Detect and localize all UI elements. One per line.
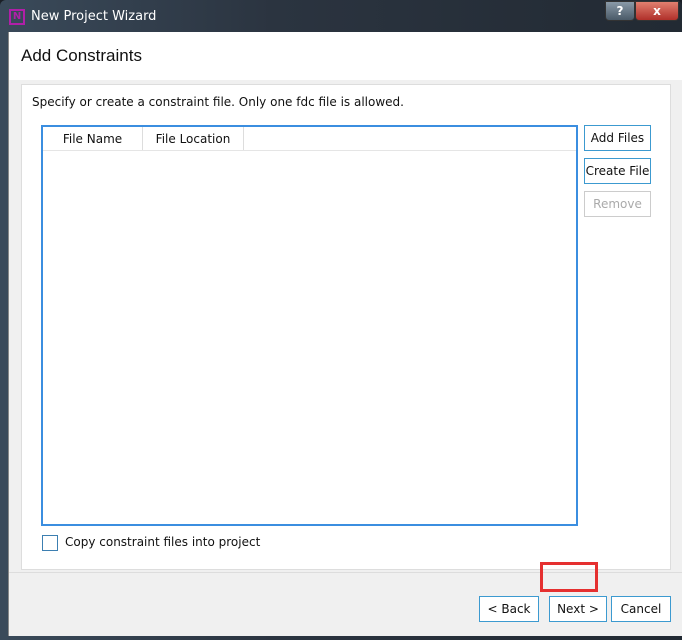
title-bar: N New Project Wizard ? x: [0, 0, 682, 32]
next-button[interactable]: Next >: [549, 596, 607, 622]
header: Add Constraints: [9, 32, 682, 80]
cancel-button[interactable]: Cancel: [611, 596, 671, 622]
window-title: New Project Wizard: [31, 9, 157, 24]
page-title: Add Constraints: [21, 46, 142, 65]
column-file-location[interactable]: File Location: [143, 127, 244, 151]
copy-files-checkbox[interactable]: [42, 535, 58, 551]
constraint-file-list[interactable]: File Name File Location: [41, 125, 578, 526]
column-file-name[interactable]: File Name: [43, 127, 143, 151]
add-files-button[interactable]: Add Files: [584, 125, 651, 151]
back-button[interactable]: < Back: [479, 596, 539, 622]
dialog-body: Add Constraints Specify or create a cons…: [8, 32, 682, 636]
instruction-text: Specify or create a constraint file. Onl…: [32, 95, 404, 109]
content-panel: Specify or create a constraint file. Onl…: [21, 84, 671, 570]
create-file-button[interactable]: Create File: [584, 158, 651, 184]
app-logo-icon: N: [9, 9, 25, 25]
close-button[interactable]: x: [635, 1, 679, 21]
wizard-window: N New Project Wizard ? x Add Constraints…: [0, 0, 682, 640]
remove-button[interactable]: Remove: [584, 191, 651, 217]
copy-files-label[interactable]: Copy constraint files into project: [65, 535, 260, 549]
footer: < Back Next > Cancel: [9, 572, 682, 636]
header-divider: [43, 150, 576, 151]
help-button[interactable]: ?: [605, 1, 635, 21]
